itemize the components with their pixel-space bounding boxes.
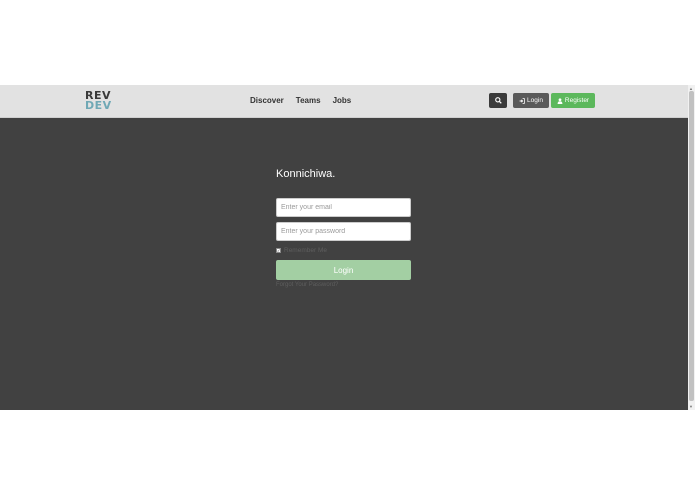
nav-link-discover[interactable]: Discover [250, 96, 284, 105]
brand-line-2: DEV [85, 99, 112, 112]
header-login-button[interactable]: Login [513, 93, 549, 108]
nav-link-jobs[interactable]: Jobs [333, 96, 352, 105]
header-register-label: Register [564, 97, 590, 104]
scroll-down-arrow-icon[interactable]: ▼ [689, 404, 693, 409]
remember-me[interactable]: ✓ Remember Me [276, 247, 327, 254]
login-section: Konnichiwa. ✓ Remember Me Login Forgot Y… [0, 118, 688, 410]
password-input[interactable] [276, 222, 411, 241]
remember-me-label: Remember Me [284, 247, 327, 254]
search-button[interactable] [489, 93, 507, 108]
header-register-button[interactable]: Register [551, 93, 595, 108]
search-icon [494, 97, 502, 104]
sign-in-icon [519, 97, 525, 104]
forgot-password-link[interactable]: Forgot Your Password? [276, 282, 338, 288]
remember-me-checkbox[interactable]: ✓ [276, 248, 281, 253]
login-submit-button[interactable]: Login [276, 260, 411, 280]
user-icon [557, 97, 563, 104]
scrollbar[interactable]: ▲ ▼ [688, 85, 695, 410]
nav-link-teams[interactable]: Teams [296, 96, 321, 105]
browser-viewport: REV DEV Discover Teams Jobs Login Regist… [0, 85, 695, 410]
scrollbar-thumb[interactable] [689, 91, 694, 401]
page: REV DEV Discover Teams Jobs Login Regist… [0, 0, 695, 494]
email-input[interactable] [276, 198, 411, 217]
brand-logo[interactable]: REV DEV [85, 90, 112, 112]
navbar: REV DEV Discover Teams Jobs Login Regist… [0, 85, 688, 118]
header-login-label: Login [527, 97, 543, 104]
login-greeting: Konnichiwa. [276, 168, 336, 180]
nav-links: Discover Teams Jobs [250, 96, 351, 105]
